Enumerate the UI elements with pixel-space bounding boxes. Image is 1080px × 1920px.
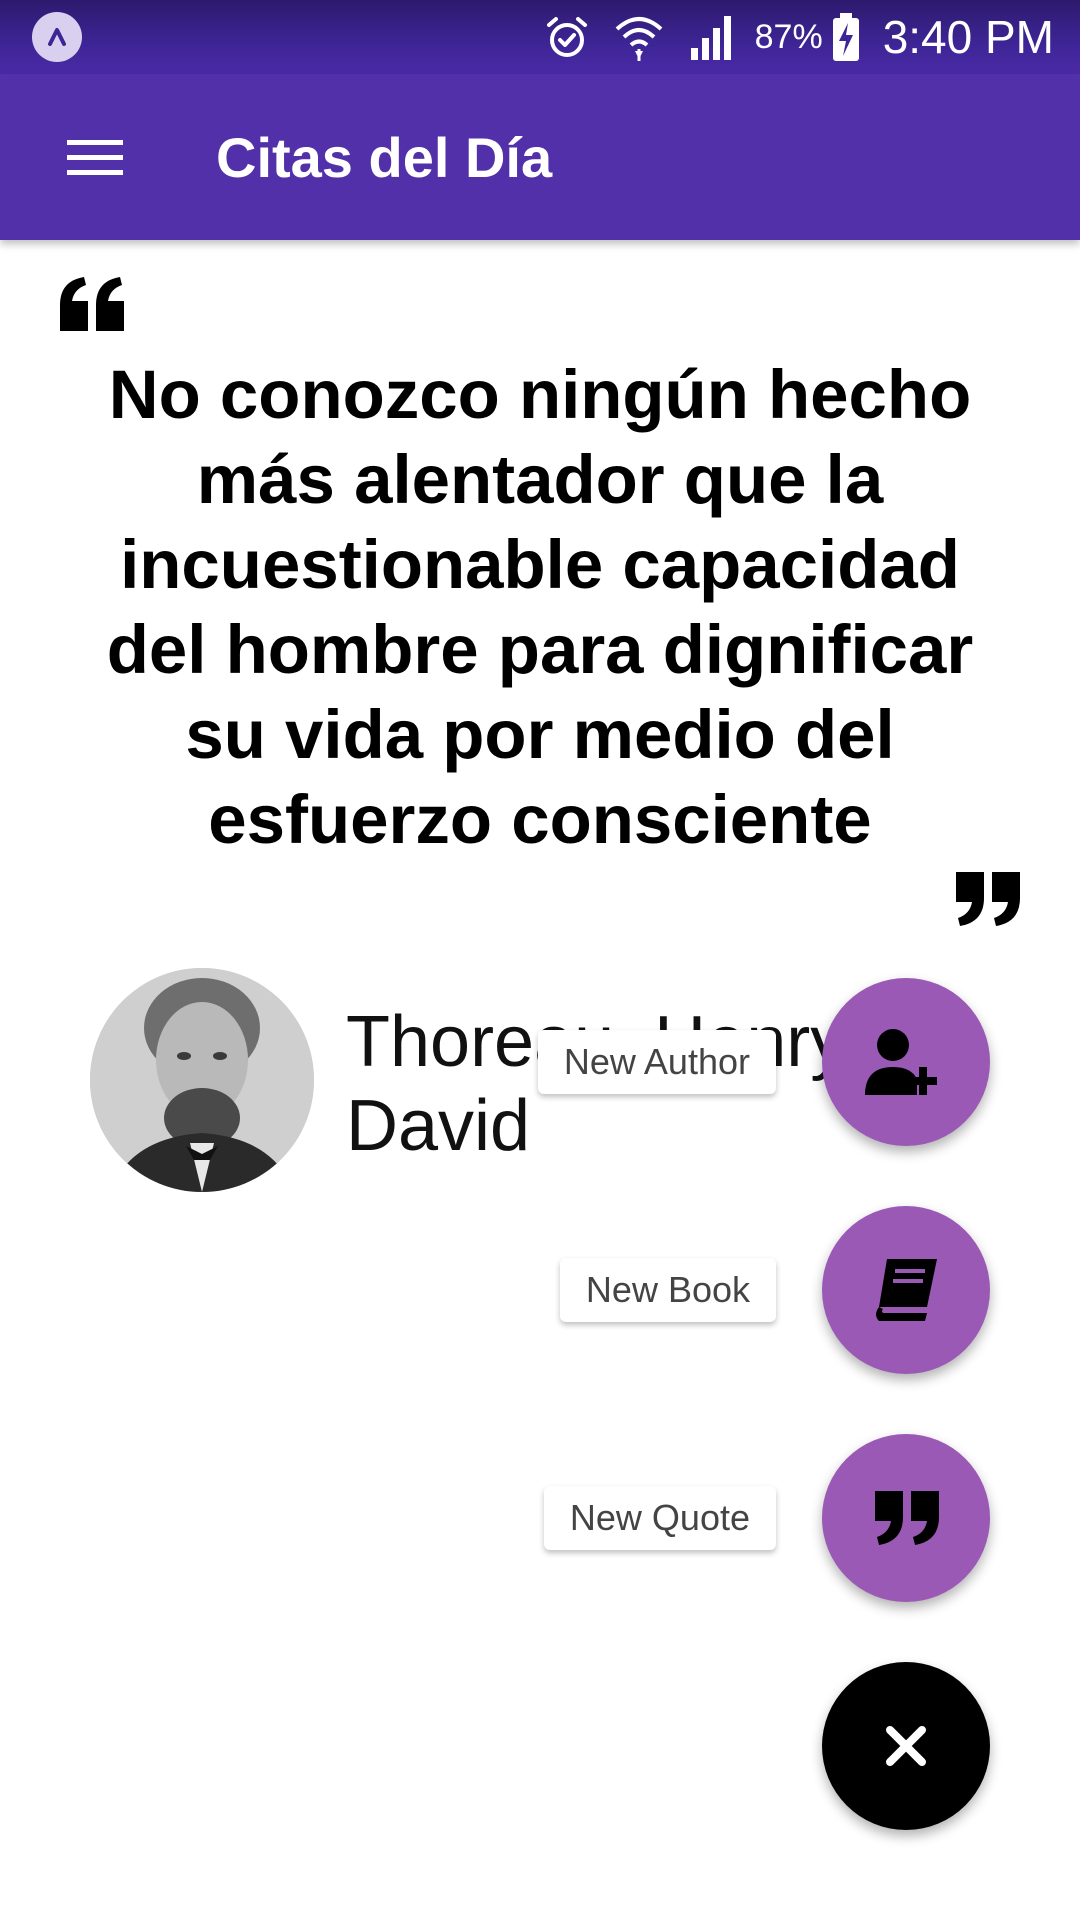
status-icons: 87% 3:40 PM — [521, 0, 1054, 74]
new-quote-button[interactable] — [822, 1434, 990, 1602]
hamburger-menu-icon — [67, 140, 123, 175]
app-notification-icon — [32, 12, 82, 62]
alarm-icon — [543, 13, 591, 61]
book-icon — [876, 1259, 937, 1321]
status-bar: 87% 3:40 PM — [0, 0, 1080, 74]
quote-right-icon — [875, 1491, 939, 1545]
quote-right-icon — [956, 872, 1020, 926]
signal-icon — [687, 12, 739, 62]
status-time: 3:40 PM — [882, 11, 1054, 63]
new-author-label[interactable]: New Author — [537, 1030, 776, 1094]
quote-left-icon — [60, 277, 124, 331]
new-author-button[interactable] — [822, 978, 990, 1146]
screen: 87% 3:40 PM Citas del Día No conozco nin… — [0, 0, 1080, 1920]
wifi-icon — [613, 11, 665, 63]
app-bar: Citas del Día — [0, 74, 1080, 240]
app-title: Citas del Día — [216, 125, 553, 189]
new-quote-label[interactable]: New Quote — [543, 1486, 776, 1550]
new-book-label[interactable]: New Book — [559, 1258, 776, 1322]
menu-button[interactable] — [58, 128, 132, 188]
close-icon — [886, 1726, 926, 1766]
close-fab-button[interactable] — [822, 1662, 990, 1830]
user-plus-icon — [865, 1029, 937, 1095]
new-book-button[interactable] — [822, 1206, 990, 1374]
battery-percent: 87% — [754, 17, 823, 56]
author-avatar — [90, 968, 314, 1192]
battery-charging-icon — [831, 11, 861, 63]
quote-text: No conozco ningún hecho más alentador qu… — [106, 356, 974, 858]
